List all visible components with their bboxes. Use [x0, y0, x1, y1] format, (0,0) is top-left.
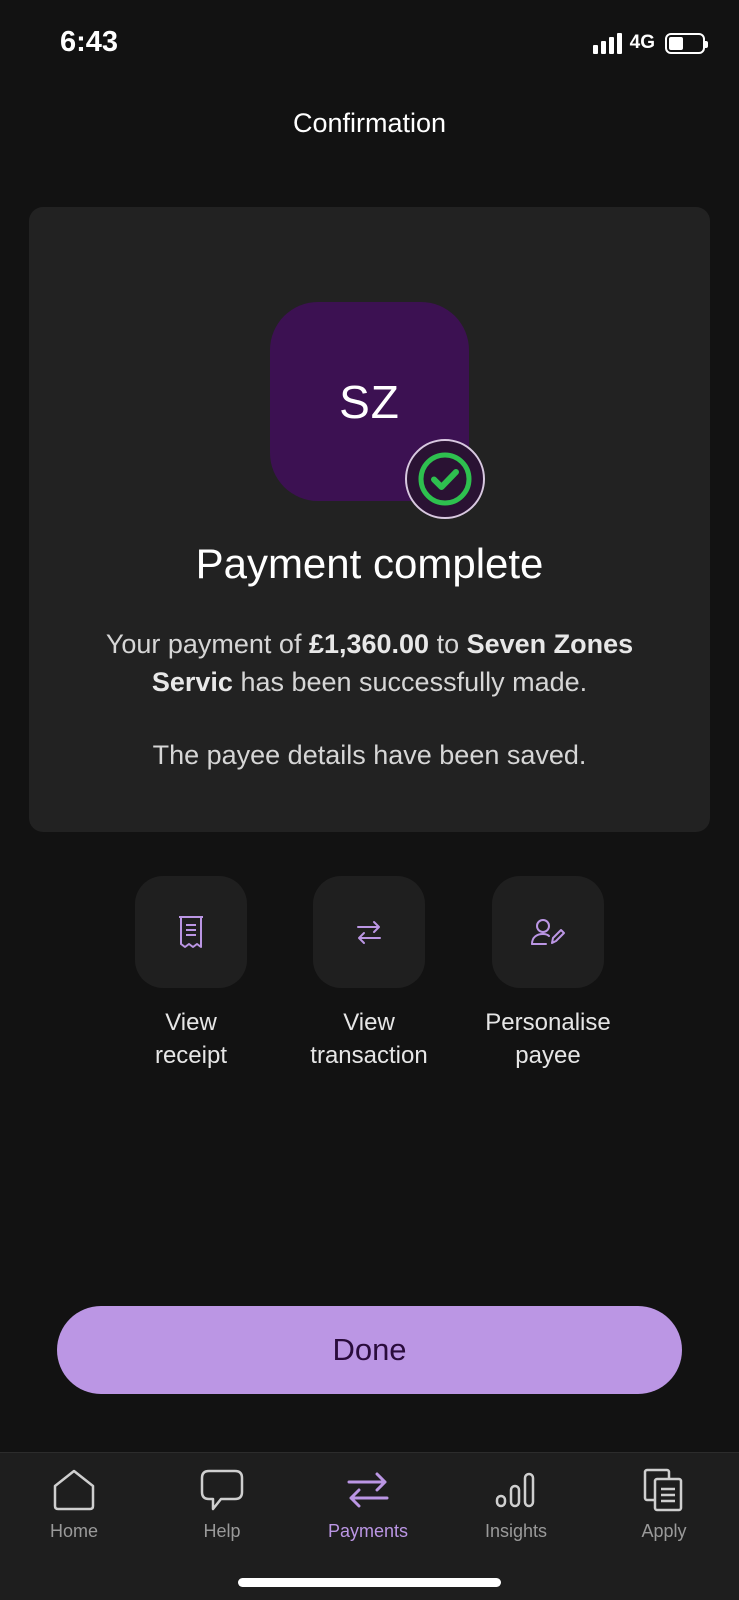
transfer-arrows-icon — [347, 1472, 389, 1508]
tab-label: Payments — [327, 1521, 409, 1541]
personalise-payee-action[interactable]: Personalise payee — [458, 876, 638, 1072]
personalise-payee-label: Personalise payee — [458, 1006, 638, 1072]
tab-home[interactable]: Home — [14, 1465, 134, 1542]
tab-help[interactable]: Help — [162, 1465, 282, 1542]
home-indicator[interactable] — [238, 1578, 501, 1587]
documents-icon — [643, 1468, 683, 1512]
payment-status-title: Payment complete — [195, 540, 544, 587]
label-line: payee — [515, 1042, 581, 1069]
receipt-icon — [179, 916, 203, 948]
desc-middle: to — [429, 629, 467, 659]
status-time: 6:43 — [60, 26, 119, 58]
home-icon — [53, 1469, 95, 1511]
user-edit-icon — [531, 919, 565, 945]
chat-bubble-icon — [200, 1469, 244, 1511]
desc-suffix: has been successfully made. — [232, 667, 588, 697]
done-button[interactable]: Done — [57, 1306, 682, 1394]
view-receipt-label: View receipt — [101, 1006, 281, 1072]
confirmation-card: SZ Payment complete Your payment of £1,3… — [29, 207, 710, 832]
view-transaction-button[interactable] — [313, 876, 425, 988]
payee-saved-note: The payee details have been saved. — [152, 740, 587, 770]
status-bar: 6:43 4G — [0, 0, 739, 90]
battery-icon — [665, 32, 708, 54]
desc-prefix: Your payment of — [105, 629, 309, 659]
status-indicators: 4G — [592, 32, 708, 54]
view-receipt-action[interactable]: View receipt — [101, 876, 281, 1072]
network-type: 4G — [629, 32, 655, 53]
battery-level — [669, 36, 684, 50]
label-line: View — [343, 1009, 395, 1036]
check-circle-icon — [405, 439, 485, 519]
tab-payments[interactable]: Payments — [308, 1465, 428, 1542]
tab-insights[interactable]: Insights — [456, 1465, 576, 1542]
label-line: Personalise — [485, 1009, 611, 1036]
tab-label: Help — [203, 1521, 241, 1541]
tab-apply[interactable]: Apply — [604, 1465, 724, 1542]
label-line: View — [165, 1009, 217, 1036]
personalise-payee-button[interactable] — [492, 876, 604, 988]
payment-amount: £1,360.00 — [308, 629, 430, 659]
signal-icon — [592, 32, 622, 54]
insights-chart-icon — [495, 1472, 535, 1508]
transfer-arrows-icon — [357, 921, 381, 944]
payment-description: Your payment of £1,360.00 to Seven Zones… — [69, 625, 670, 701]
label-line: transaction — [310, 1042, 428, 1069]
label-line: receipt — [154, 1042, 228, 1069]
tab-label: Apply — [641, 1521, 687, 1541]
tab-label: Insights — [484, 1521, 548, 1541]
view-receipt-button[interactable] — [135, 876, 247, 988]
view-transaction-action[interactable]: View transaction — [279, 876, 459, 1072]
view-transaction-label: View transaction — [279, 1006, 459, 1072]
page-title: Confirmation — [292, 108, 447, 138]
avatar-initials: SZ — [339, 375, 400, 428]
tab-label: Home — [49, 1521, 98, 1541]
